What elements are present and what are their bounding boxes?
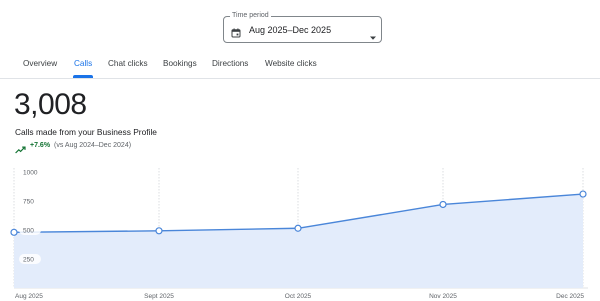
chevron-down-icon xyxy=(369,28,377,46)
y-tick-label: 250 xyxy=(23,257,34,264)
x-tick-label: Oct 2025 xyxy=(285,293,312,300)
data-point xyxy=(579,190,587,198)
time-period-value: Aug 2025–Dec 2025 xyxy=(249,25,332,35)
tab-website-clicks[interactable]: Website clicks xyxy=(265,59,317,69)
x-tick-label: Aug 2025 xyxy=(15,293,43,300)
change-percent: +7.6% xyxy=(30,142,51,149)
tab-overview[interactable]: Overview xyxy=(23,59,57,69)
metric-total: 3,008 xyxy=(14,88,87,121)
tab-directions[interactable]: Directions xyxy=(212,59,248,69)
area-fill xyxy=(14,194,583,288)
y-tick-label: 1000 xyxy=(23,170,38,177)
x-tick-label: Dec 2025 xyxy=(556,293,584,300)
data-point xyxy=(10,228,18,236)
calls-chart: 1000 750 500 250 Aug 2025 Sept 2025 Oct 2025 No… xyxy=(10,167,588,300)
x-tick-label: Sept 2025 xyxy=(144,293,174,300)
tab-chat-clicks[interactable]: Chat clicks xyxy=(108,59,148,69)
calendar-icon xyxy=(231,25,241,43)
data-point xyxy=(439,200,447,209)
active-tab-indicator xyxy=(73,75,93,78)
time-period-select[interactable]: Time period Aug 2025–Dec 2025 xyxy=(223,11,382,46)
tab-bookings[interactable]: Bookings xyxy=(163,59,197,69)
data-point xyxy=(294,224,302,232)
tab-calls[interactable]: Calls xyxy=(74,59,92,69)
trending-up-icon xyxy=(15,141,26,159)
time-period-label: Time period xyxy=(230,11,271,21)
data-point xyxy=(155,227,163,235)
y-tick-label: 500 xyxy=(23,228,34,235)
change-comparison: (vs Aug 2024–Dec 2024) xyxy=(54,142,132,149)
y-tick-label: 750 xyxy=(23,199,34,206)
metric-tabs: Overview Calls Chat clicks Bookings Dire… xyxy=(0,48,600,79)
metric-description: Calls made from your Business Profile xyxy=(15,127,157,137)
x-tick-label: Nov 2025 xyxy=(429,293,457,300)
